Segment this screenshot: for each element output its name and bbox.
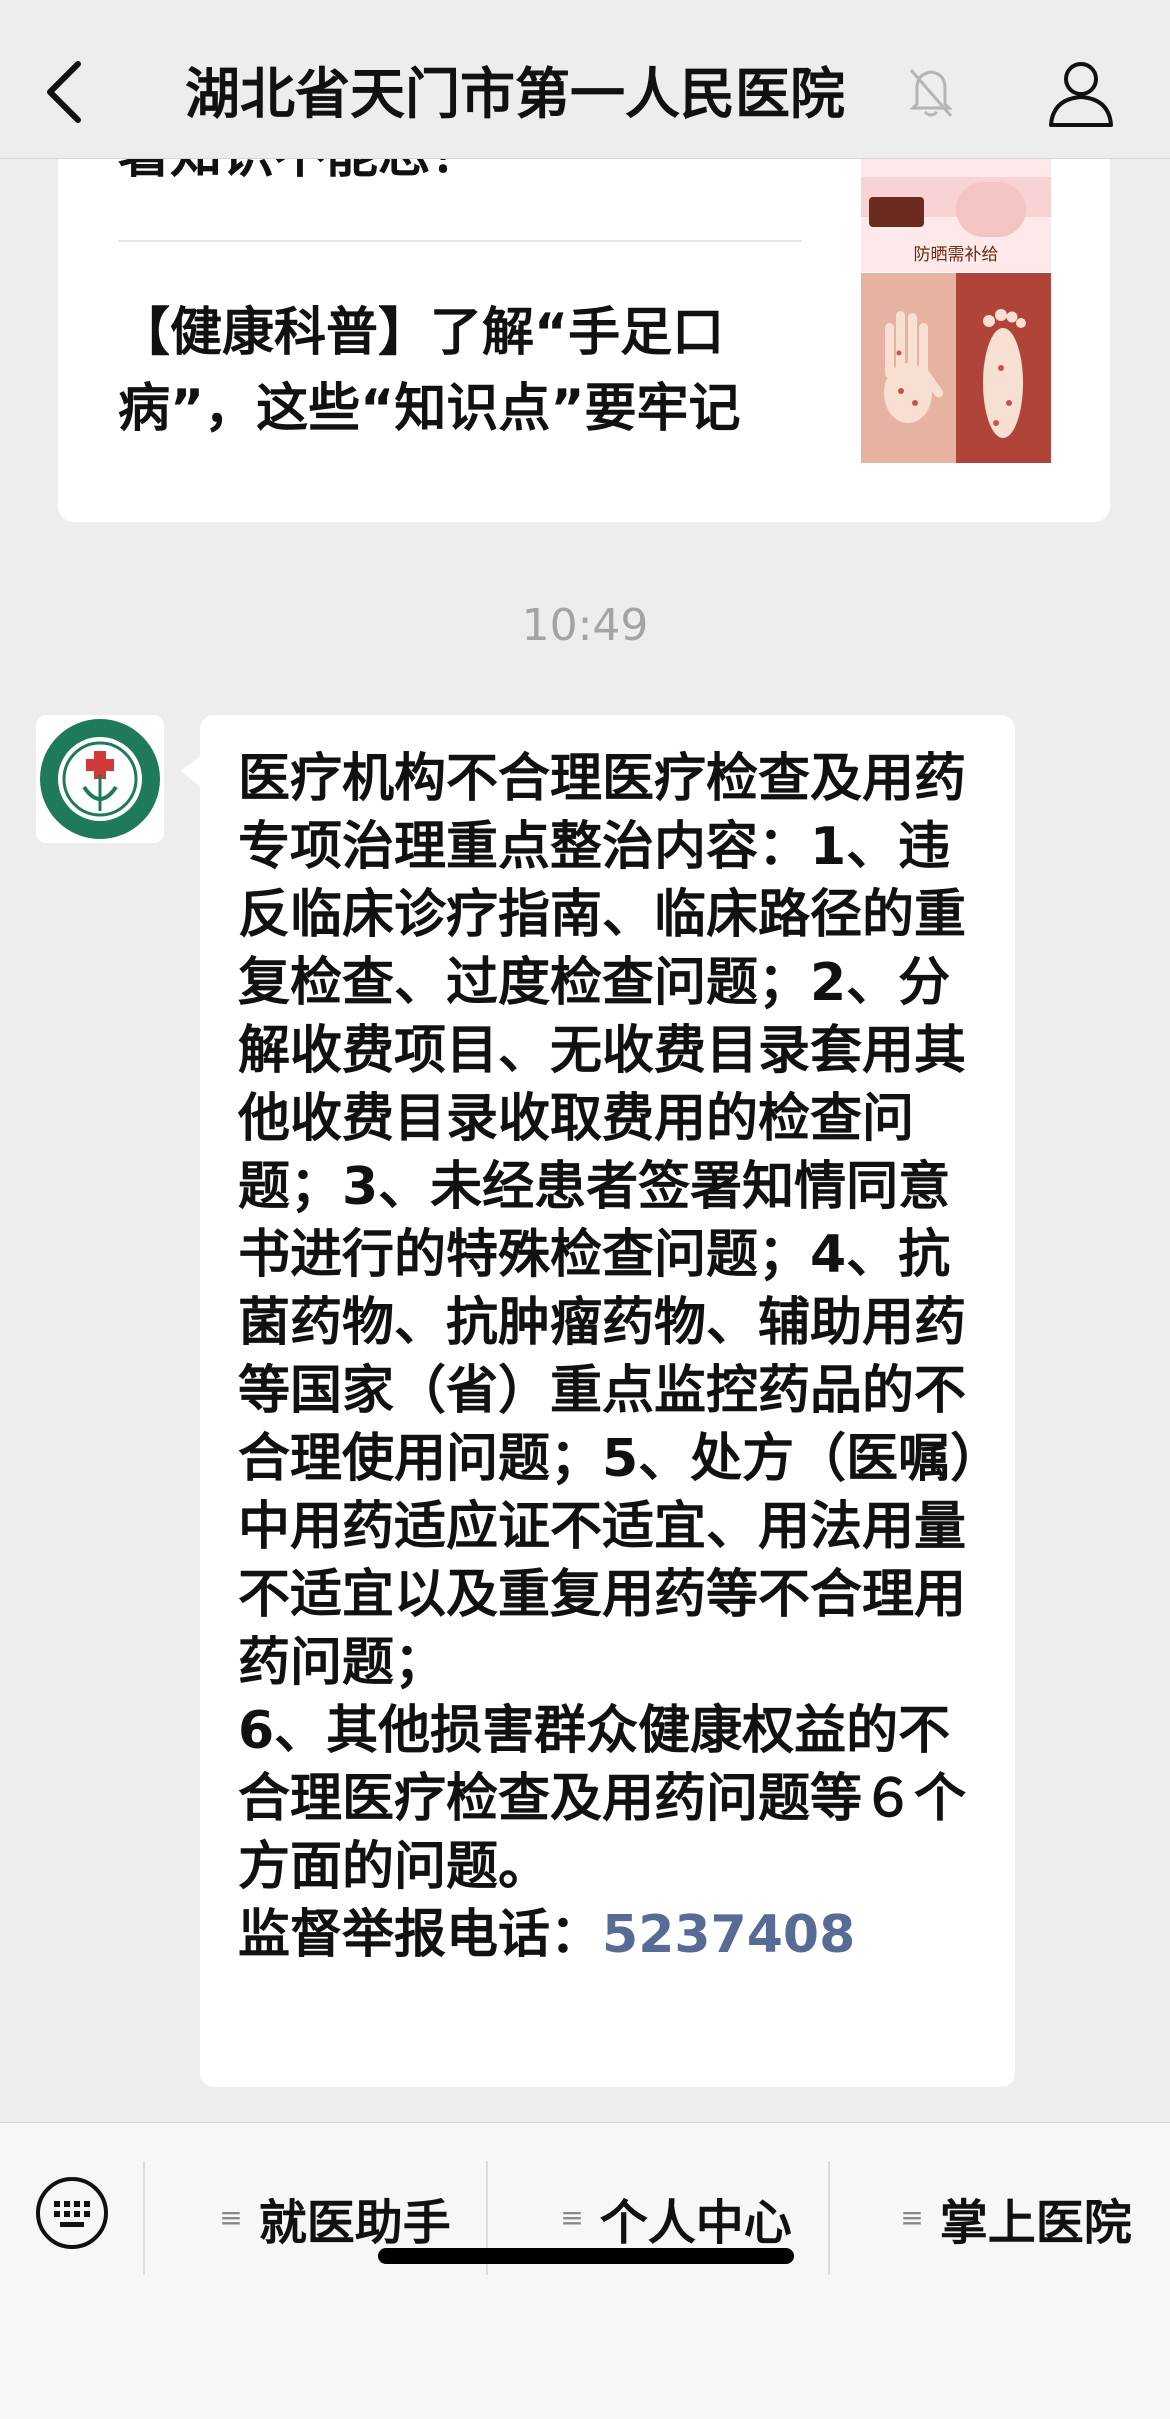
chevron-left-icon [47,61,81,123]
bell-off-icon [903,62,959,122]
person-icon [1049,62,1113,127]
menu-item-label: 掌上医院 [939,2195,1132,2251]
keyboard-icon [36,2177,108,2249]
article-thumbnail[interactable] [861,273,1051,463]
thumbnail-caption: 防晒需补给 [913,245,999,265]
menu-item-label: 就医助手 [258,2195,451,2251]
avatar[interactable] [36,715,164,843]
menu-lines-icon: ≡ [560,2201,584,2234]
menu-divider [143,2161,145,2275]
divider [118,240,802,242]
home-indicator[interactable] [378,2248,794,2264]
menu-item-mobile-hospital[interactable]: ≡ 掌上医院 [846,2161,1170,2275]
back-button[interactable] [36,52,96,132]
chat-header: 湖北省天门市第一人民医院 [0,0,1170,159]
message-bubble[interactable]: 医疗机构不合理医疗检查及用药专项治理重点整治内容：1、违反临床诊疗指南、临床路径… [180,715,1015,2087]
menu-divider [828,2161,830,2275]
bottom-menu-bar: ≡ 就医助手 ≡ 个人中心 ≡ 掌上医院 [0,2122,1170,2419]
hotline-phone-link[interactable]: 5237408 [602,1905,855,1965]
article-title[interactable]: 【健康科普】了解“手足口病”，这些“知识点”要牢记 [118,295,818,447]
menu-lines-icon: ≡ [900,2201,924,2234]
hotline-line: 监督举报电话：5237408 [238,1901,977,1969]
menu-lines-icon: ≡ [219,2201,243,2234]
menu-item-label: 个人中心 [599,2195,792,2251]
message-timestamp: 10:49 [521,600,649,651]
keyboard-toggle-button[interactable] [34,2175,110,2251]
profile-button[interactable] [1043,55,1119,131]
hotline-label: 监督举报电话： [238,1905,603,1965]
page-title: 湖北省天门市第一人民医院 [185,62,846,126]
hospital-logo-icon [40,719,160,839]
message-text: 医疗机构不合理医疗检查及用药专项治理重点整治内容：1、违反临床诊疗指南、临床路径… [238,749,977,1897]
